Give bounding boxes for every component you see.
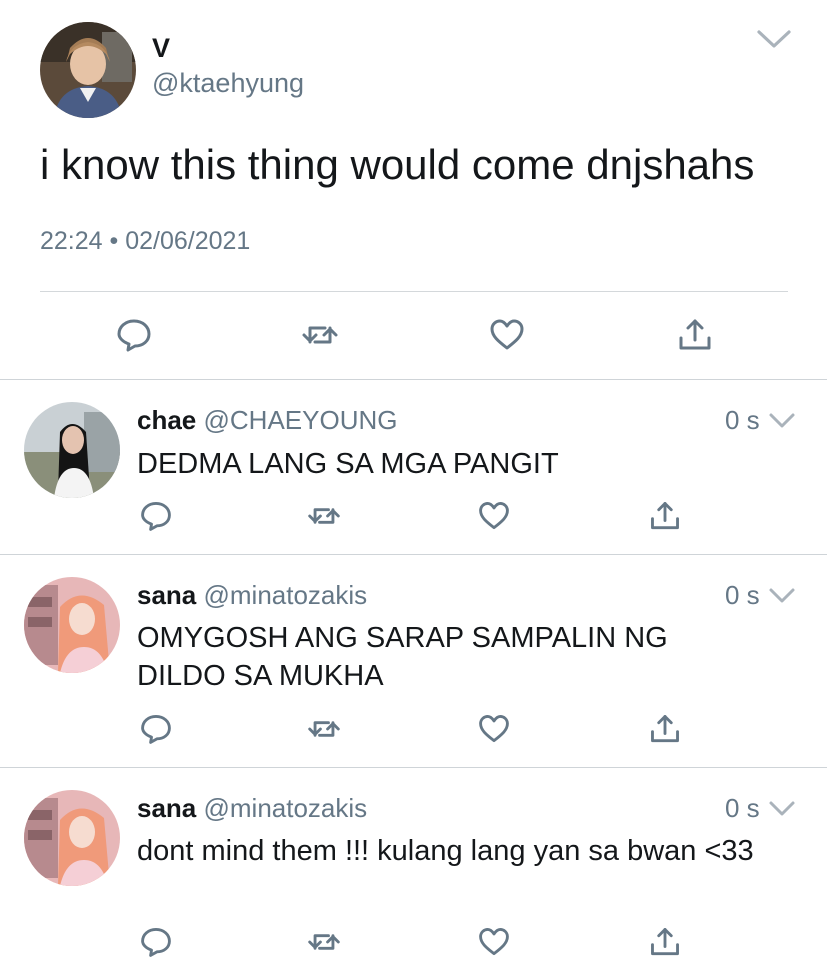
reply-text: dont mind them !!! kulang lang yan sa bw… (137, 835, 754, 867)
like-icon[interactable] (488, 316, 526, 354)
reply-icon[interactable] (115, 316, 153, 354)
retweet-icon[interactable] (307, 712, 341, 746)
reply-tweet[interactable]: sana @minatozakis 0 s dont mind them !!!… (0, 768, 827, 969)
divider (40, 291, 788, 292)
reply-tweet[interactable]: sana @minatozakis 0 s OMYGOSH ANG SARAP … (0, 555, 827, 767)
reply-author-handle[interactable]: @CHAEYOUNG (204, 405, 398, 435)
reply-text: DEDMA LANG SA MGA PANGIT (137, 448, 559, 480)
reply-author-name[interactable]: chae (137, 405, 196, 435)
reply-time: 0 s (725, 580, 760, 610)
avatar[interactable] (24, 790, 120, 886)
author-name[interactable]: V (152, 33, 170, 63)
reply-author-name[interactable]: sana (137, 793, 196, 823)
share-icon[interactable] (648, 499, 682, 533)
reply-time: 0 s (725, 405, 760, 435)
reply-author-name[interactable]: sana (137, 580, 196, 610)
like-icon[interactable] (477, 925, 511, 959)
author-handle[interactable]: @ktaehyung (152, 68, 304, 98)
retweet-icon[interactable] (301, 316, 339, 354)
reply-icon[interactable] (139, 499, 173, 533)
share-icon[interactable] (676, 316, 714, 354)
retweet-icon[interactable] (307, 925, 341, 959)
like-icon[interactable] (477, 712, 511, 746)
reply-author-handle[interactable]: @minatozakis (204, 793, 368, 823)
chevron-down-icon[interactable] (756, 28, 792, 50)
reply-author-handle[interactable]: @minatozakis (204, 580, 368, 610)
reply-tweet[interactable]: chae @CHAEYOUNG 0 s DEDMA LANG SA MGA PA… (0, 380, 827, 554)
avatar[interactable] (40, 22, 136, 118)
like-icon[interactable] (477, 499, 511, 533)
share-icon[interactable] (648, 712, 682, 746)
retweet-icon[interactable] (307, 499, 341, 533)
tweet-text: i know this thing would come dnjshahs (40, 141, 755, 188)
main-tweet: V @ktaehyung i know this thing would com… (0, 0, 827, 380)
share-icon[interactable] (648, 925, 682, 959)
chevron-down-icon[interactable] (768, 800, 796, 818)
tweet-timestamp: 22:24 • 02/06/2021 (40, 227, 251, 255)
avatar[interactable] (24, 402, 120, 498)
avatar[interactable] (24, 577, 120, 673)
reply-text: OMYGOSH ANG SARAP SAMPALIN NG DILDO SA M… (137, 622, 668, 692)
reply-icon[interactable] (139, 925, 173, 959)
reply-time: 0 s (725, 793, 760, 823)
chevron-down-icon[interactable] (768, 587, 796, 605)
reply-icon[interactable] (139, 712, 173, 746)
chevron-down-icon[interactable] (768, 412, 796, 430)
